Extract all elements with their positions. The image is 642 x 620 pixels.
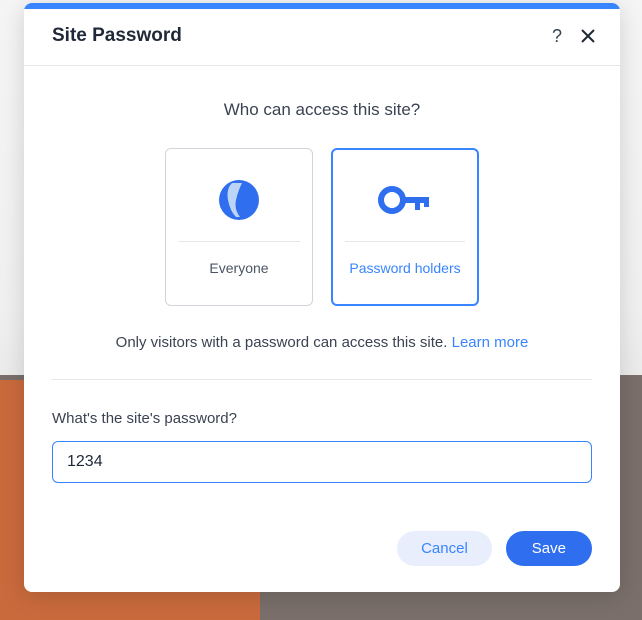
header-actions: ? bbox=[552, 26, 596, 47]
site-password-input[interactable] bbox=[52, 441, 592, 483]
close-icon bbox=[580, 28, 596, 44]
access-options: Everyone Password holders bbox=[52, 148, 592, 306]
learn-more-link[interactable]: Learn more bbox=[452, 334, 529, 351]
password-field-label: What's the site's password? bbox=[52, 410, 592, 427]
access-description: Only visitors with a password can access… bbox=[52, 334, 592, 380]
globe-icon bbox=[218, 179, 260, 221]
option-everyone-label: Everyone bbox=[209, 260, 268, 276]
modal-footer: Cancel Save bbox=[24, 507, 620, 592]
option-everyone[interactable]: Everyone bbox=[165, 148, 313, 306]
cancel-button[interactable]: Cancel bbox=[397, 531, 492, 566]
help-icon: ? bbox=[552, 26, 562, 47]
site-password-modal: Site Password ? Who can access this site… bbox=[24, 3, 620, 592]
option-icon-wrap bbox=[345, 179, 465, 242]
access-heading: Who can access this site? bbox=[52, 100, 592, 120]
close-button[interactable] bbox=[580, 28, 596, 44]
modal-title: Site Password bbox=[52, 25, 182, 47]
option-password-holders[interactable]: Password holders bbox=[331, 148, 479, 306]
modal-body: Who can access this site? Everyone bbox=[24, 66, 620, 507]
help-button[interactable]: ? bbox=[552, 26, 562, 47]
option-password-holders-label: Password holders bbox=[349, 260, 460, 276]
key-icon bbox=[375, 179, 435, 221]
modal-header: Site Password ? bbox=[24, 9, 620, 66]
option-icon-wrap bbox=[178, 179, 300, 242]
save-button[interactable]: Save bbox=[506, 531, 592, 566]
description-text: Only visitors with a password can access… bbox=[116, 334, 452, 351]
